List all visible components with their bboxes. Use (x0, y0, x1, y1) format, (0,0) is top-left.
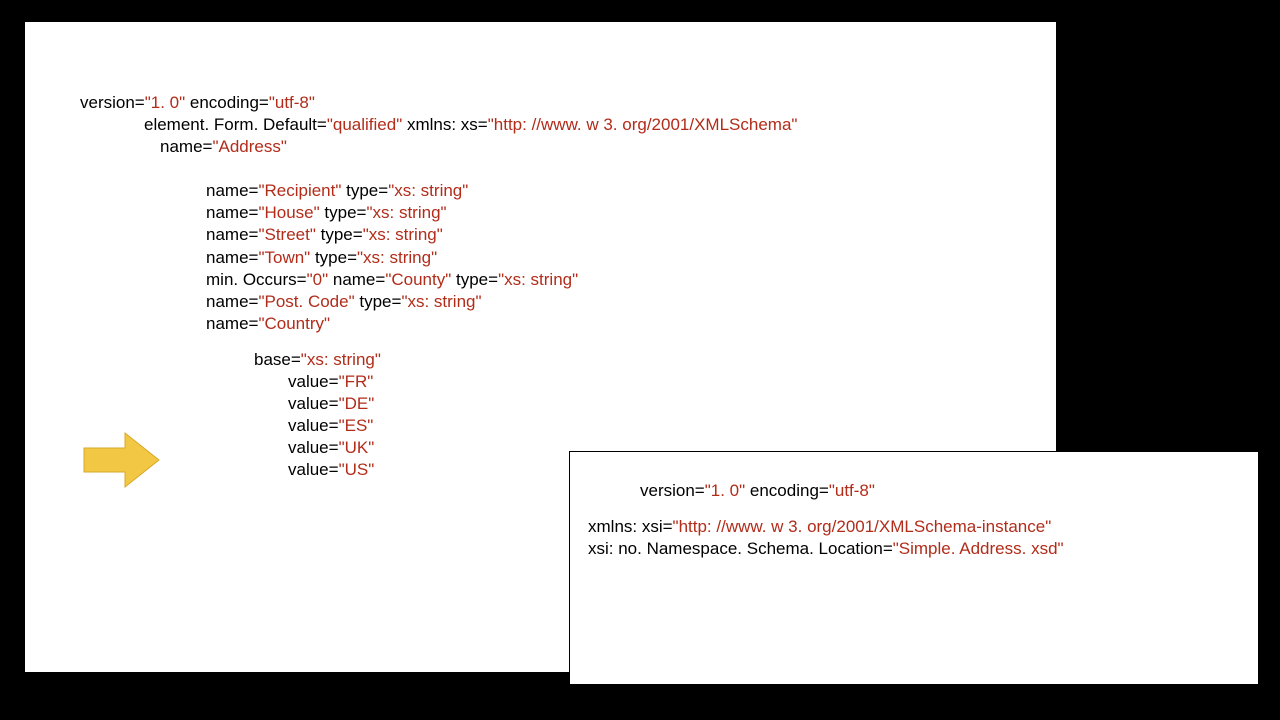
attr-value: "Post. Code" (258, 292, 354, 311)
attr-value: "0" (307, 270, 329, 289)
attr-value: "House" (258, 203, 319, 222)
attr-value: "qualified" (327, 115, 402, 134)
instance-panel: version="1. 0" encoding="utf-8" xmlns: x… (569, 451, 1259, 685)
attr-name: version= (640, 481, 705, 500)
attr-value: "xs: string" (401, 292, 481, 311)
attr-name: value= (288, 372, 339, 391)
attr-name: name= (160, 137, 212, 156)
attr-name: version= (80, 93, 145, 112)
element-line: name="Country" (206, 313, 1006, 335)
attr-value: "County" (385, 270, 451, 289)
attr-value: "1. 0" (705, 481, 745, 500)
attr-value: "xs: string" (301, 350, 381, 369)
element-line: name="Post. Code" type="xs: string" (206, 291, 1006, 313)
attr-name: name= (206, 314, 258, 333)
attr-value: "Town" (258, 248, 310, 267)
attr-name: name= (206, 248, 258, 267)
attr-value: "http: //www. w 3. org/2001/XMLSchema" (488, 115, 798, 134)
attr-name: name= (206, 225, 258, 244)
restriction-line: base="xs: string" (254, 349, 1006, 371)
enum-line: value="FR" (288, 371, 1006, 393)
attr-name: value= (288, 416, 339, 435)
attr-value: "1. 0" (145, 93, 185, 112)
element-line: name="Street" type="xs: string" (206, 224, 1006, 246)
attr-value: "Recipient" (258, 181, 341, 200)
attr-value: "Country" (258, 314, 330, 333)
attr-value: "ES" (339, 416, 374, 435)
attr-name: type= (320, 203, 367, 222)
attr-value: "xs: string" (363, 225, 443, 244)
ns-line: xmlns: xsi="http: //www. w 3. org/2001/X… (588, 516, 1240, 538)
attr-name: type= (355, 292, 402, 311)
attr-name: element. Form. Default= (144, 115, 327, 134)
attr-value: "Simple. Address. xsd" (893, 539, 1064, 558)
schema-loc-line: xsi: no. Namespace. Schema. Location="Si… (588, 538, 1240, 560)
decl-line: version="1. 0" encoding="utf-8" (640, 480, 1240, 502)
element-line: name="House" type="xs: string" (206, 202, 1006, 224)
attr-value: "UK" (339, 438, 375, 457)
attr-name: min. Occurs= (206, 270, 307, 289)
element-line: name="Recipient" type="xs: string" (206, 180, 1006, 202)
attr-value: "http: //www. w 3. org/2001/XMLSchema-in… (673, 517, 1052, 536)
attr-value: "Address" (212, 137, 286, 156)
element-line: name="Address" (160, 136, 1006, 158)
attr-name: type= (341, 181, 388, 200)
attr-name: xsi: no. Namespace. Schema. Location= (588, 539, 893, 558)
attr-value: "utf-8" (269, 93, 315, 112)
attr-value: "xs: string" (498, 270, 578, 289)
attr-name: name= (206, 181, 258, 200)
attr-name: type= (316, 225, 363, 244)
attr-name: value= (288, 460, 339, 479)
attr-value: "xs: string" (357, 248, 437, 267)
attr-name: name= (206, 292, 258, 311)
attr-value: "xs: string" (388, 181, 468, 200)
attr-name: value= (288, 438, 339, 457)
arrow-right-icon (81, 430, 161, 490)
attr-name: xmlns: xs= (402, 115, 488, 134)
attr-name: name= (328, 270, 385, 289)
attr-value: "Street" (258, 225, 315, 244)
attr-name: base= (254, 350, 301, 369)
attr-value: "xs: string" (366, 203, 446, 222)
attr-value: "US" (339, 460, 375, 479)
enum-line: value="DE" (288, 393, 1006, 415)
attr-name: type= (310, 248, 357, 267)
decl-line: version="1. 0" encoding="utf-8" (80, 92, 1006, 114)
attr-value: "DE" (339, 394, 375, 413)
attr-name: xmlns: xsi= (588, 517, 673, 536)
attr-name: value= (288, 394, 339, 413)
element-line: name="Town" type="xs: string" (206, 247, 1006, 269)
attr-value: "FR" (339, 372, 374, 391)
attr-name: type= (451, 270, 498, 289)
element-line: min. Occurs="0" name="County" type="xs: … (206, 269, 1006, 291)
attr-value: "utf-8" (829, 481, 875, 500)
attr-name: encoding= (185, 93, 269, 112)
attr-name: name= (206, 203, 258, 222)
schema-line: element. Form. Default="qualified" xmlns… (144, 114, 1006, 136)
enum-line: value="ES" (288, 415, 1006, 437)
attr-name: encoding= (745, 481, 829, 500)
